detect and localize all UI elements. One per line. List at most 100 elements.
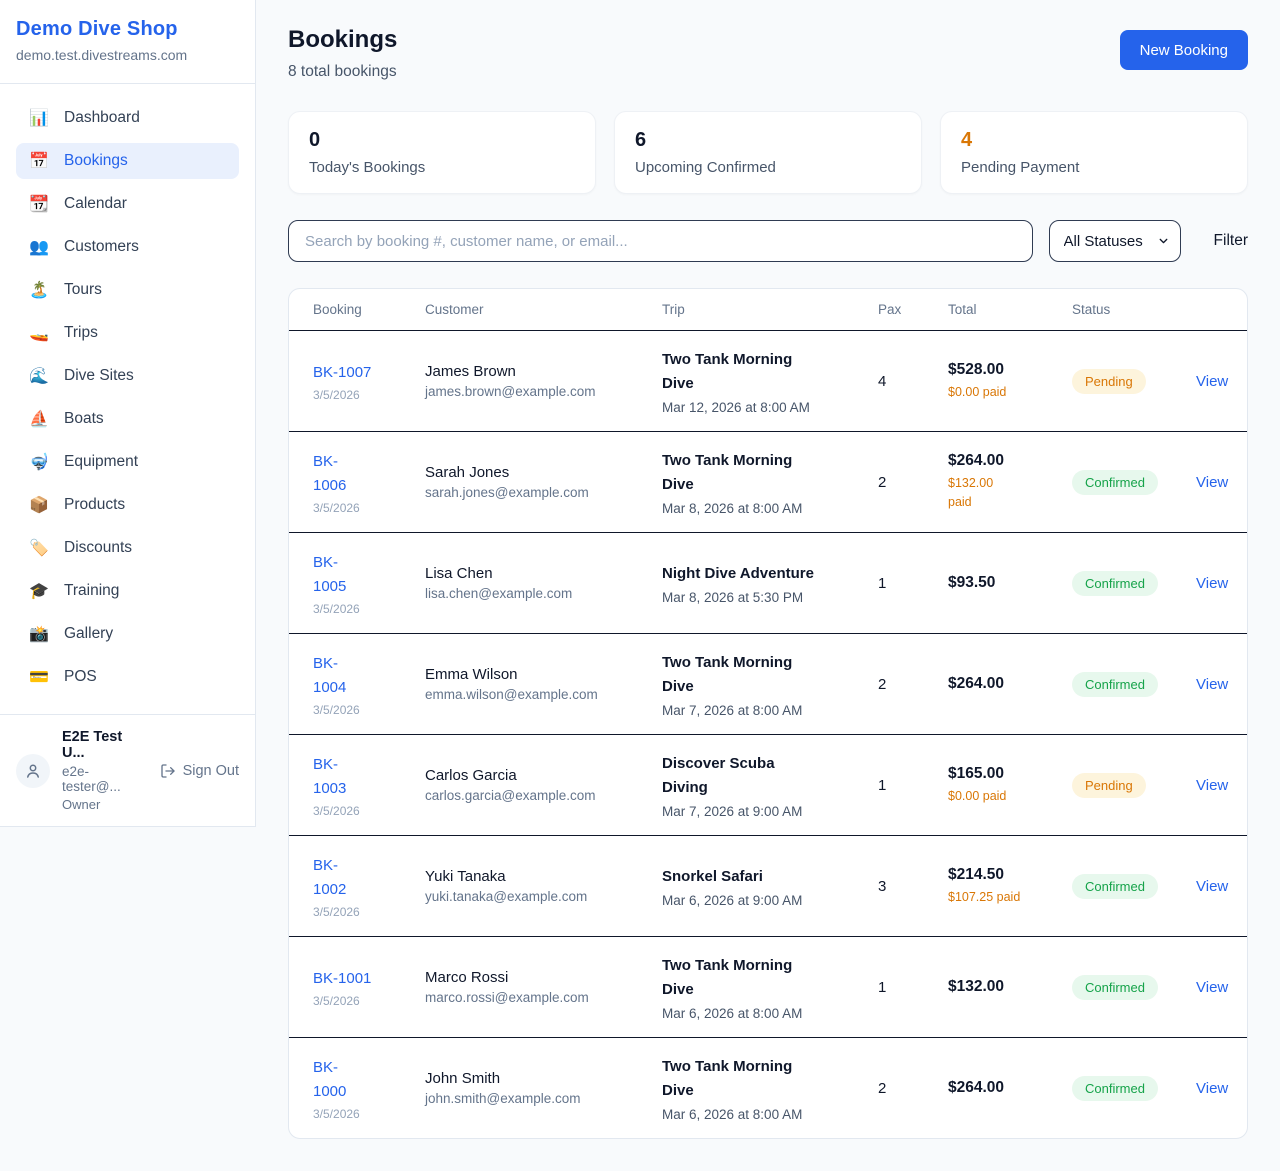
shop-domain: demo.test.divestreams.com: [16, 47, 239, 63]
equipment-icon: 🤿: [29, 452, 49, 472]
view-cell: View: [1180, 432, 1247, 532]
booking-link[interactable]: BK- 1006: [313, 450, 346, 498]
trip-cell: Two Tank Morning Dive Mar 12, 2026 at 8:…: [646, 331, 862, 431]
table-row: BK-1001 3/5/2026 Marco Rossi marco.rossi…: [289, 937, 1247, 1038]
stats-row: 0 Today's Bookings 6 Upcoming Confirmed …: [288, 111, 1248, 194]
total-amount: $165.00: [948, 765, 1004, 783]
customer-name: Emma Wilson: [425, 666, 518, 683]
view-link[interactable]: View: [1196, 373, 1228, 390]
customer-name: Carlos Garcia: [425, 767, 517, 784]
booking-cell: BK-1001 3/5/2026: [289, 937, 409, 1037]
pax-value: 1: [878, 777, 886, 794]
trip-name: Two Tank Morning Dive: [662, 954, 792, 1002]
sidebar-item-trips[interactable]: 🚤 Trips: [16, 315, 239, 351]
column-header-customer: Customer: [409, 289, 646, 330]
search-input[interactable]: [288, 220, 1033, 262]
status-badge: Pending: [1072, 773, 1146, 798]
view-link[interactable]: View: [1196, 777, 1228, 794]
trip-name: Two Tank Morning Dive: [662, 1055, 792, 1103]
new-booking-button[interactable]: New Booking: [1120, 30, 1248, 70]
pax-value: 2: [878, 1080, 886, 1097]
total-cell: $214.50 $107.25 paid: [932, 836, 1056, 936]
pax-cell: 3: [862, 836, 932, 936]
sidebar-item-training[interactable]: 🎓 Training: [16, 573, 239, 609]
paid-amount: $0.00 paid: [948, 787, 1006, 806]
trip-datetime: Mar 6, 2026 at 8:00 AM: [662, 1006, 802, 1021]
sidebar-item-tours[interactable]: 🏝️ Tours: [16, 272, 239, 308]
customer-cell: Sarah Jones sarah.jones@example.com: [409, 432, 646, 532]
column-header-total: Total: [932, 289, 1056, 330]
booking-link[interactable]: BK- 1002: [313, 854, 346, 902]
sidebar-header: Demo Dive Shop demo.test.divestreams.com: [0, 0, 255, 84]
booking-link[interactable]: BK- 1000: [313, 1056, 346, 1104]
trip-datetime: Mar 8, 2026 at 5:30 PM: [662, 590, 803, 605]
user-info: E2E Test U... e2e-tester@... Owner: [62, 729, 148, 812]
pax-cell: 2: [862, 1038, 932, 1138]
sidebar-item-calendar[interactable]: 📆 Calendar: [16, 186, 239, 222]
sidebar-nav: 📊 Dashboard 📅 Bookings 📆 Calendar 👥 Cust…: [0, 84, 255, 714]
booking-link[interactable]: BK- 1003: [313, 753, 346, 801]
training-icon: 🎓: [29, 581, 49, 601]
total-cell: $264.00: [932, 634, 1056, 734]
status-badge: Pending: [1072, 369, 1146, 394]
sign-out-button[interactable]: Sign Out: [160, 763, 239, 779]
booking-link[interactable]: BK- 1005: [313, 551, 346, 599]
customer-cell: John Smith john.smith@example.com: [409, 1038, 646, 1138]
shop-name: Demo Dive Shop: [16, 18, 239, 41]
paid-amount: $107.25 paid: [948, 888, 1020, 907]
calendar-icon: 📆: [29, 194, 49, 214]
sidebar-item-equipment[interactable]: 🤿 Equipment: [16, 444, 239, 480]
customer-cell: James Brown james.brown@example.com: [409, 331, 646, 431]
booking-cell: BK- 1006 3/5/2026: [289, 432, 409, 532]
sidebar-item-boats[interactable]: ⛵ Boats: [16, 401, 239, 437]
pax-value: 3: [878, 878, 886, 895]
customer-cell: Carlos Garcia carlos.garcia@example.com: [409, 735, 646, 835]
view-cell: View: [1180, 735, 1247, 835]
sidebar-item-customers[interactable]: 👥 Customers: [16, 229, 239, 265]
sidebar-item-pos[interactable]: 💳 POS: [16, 659, 239, 695]
sidebar-item-bookings[interactable]: 📅 Bookings: [16, 143, 239, 179]
view-cell: View: [1180, 836, 1247, 936]
status-filter-select[interactable]: All Statuses: [1049, 220, 1181, 262]
trips-icon: 🚤: [29, 323, 49, 343]
trip-name: Two Tank Morning Dive: [662, 449, 792, 497]
gallery-icon: 📸: [29, 624, 49, 644]
view-link[interactable]: View: [1196, 979, 1228, 996]
trip-datetime: Mar 8, 2026 at 8:00 AM: [662, 501, 802, 516]
sidebar-item-products[interactable]: 📦 Products: [16, 487, 239, 523]
filter-button[interactable]: Filter: [1214, 232, 1248, 250]
sidebar-item-discounts[interactable]: 🏷️ Discounts: [16, 530, 239, 566]
user-icon: [24, 762, 42, 780]
view-link[interactable]: View: [1196, 575, 1228, 592]
page-title: Bookings: [288, 26, 397, 54]
bookings-icon: 📅: [29, 151, 49, 171]
booking-cell: BK- 1003 3/5/2026: [289, 735, 409, 835]
booking-cell: BK- 1002 3/5/2026: [289, 836, 409, 936]
customer-name: Yuki Tanaka: [425, 868, 506, 885]
total-cell: $264.00 $132.00 paid: [932, 432, 1056, 532]
booking-link[interactable]: BK- 1004: [313, 652, 346, 700]
booking-date: 3/5/2026: [313, 388, 360, 402]
trip-cell: Two Tank Morning Dive Mar 6, 2026 at 8:0…: [646, 1038, 862, 1138]
customer-cell: Lisa Chen lisa.chen@example.com: [409, 533, 646, 633]
customer-name: Lisa Chen: [425, 565, 493, 582]
sidebar-item-gallery[interactable]: 📸 Gallery: [16, 616, 239, 652]
trip-name: Snorkel Safari: [662, 865, 763, 889]
customer-email: james.brown@example.com: [425, 384, 596, 399]
table-row: BK- 1005 3/5/2026 Lisa Chen lisa.chen@ex…: [289, 533, 1247, 634]
view-link[interactable]: View: [1196, 676, 1228, 693]
customer-name: Marco Rossi: [425, 969, 508, 986]
customer-email: john.smith@example.com: [425, 1091, 581, 1106]
stat-card-upcoming-confirmed: 6 Upcoming Confirmed: [614, 111, 922, 194]
stat-value: 4: [961, 129, 1227, 152]
view-link[interactable]: View: [1196, 878, 1228, 895]
view-link[interactable]: View: [1196, 1080, 1228, 1097]
booking-link[interactable]: BK-1001: [313, 967, 371, 991]
sidebar-item-dashboard[interactable]: 📊 Dashboard: [16, 100, 239, 136]
booking-link[interactable]: BK-1007: [313, 361, 371, 385]
view-link[interactable]: View: [1196, 474, 1228, 491]
table-row: BK-1007 3/5/2026 James Brown james.brown…: [289, 331, 1247, 432]
trip-name: Two Tank Morning Dive: [662, 348, 792, 396]
sidebar-item-dive-sites[interactable]: 🌊 Dive Sites: [16, 358, 239, 394]
user-email: e2e-tester@...: [62, 764, 148, 794]
